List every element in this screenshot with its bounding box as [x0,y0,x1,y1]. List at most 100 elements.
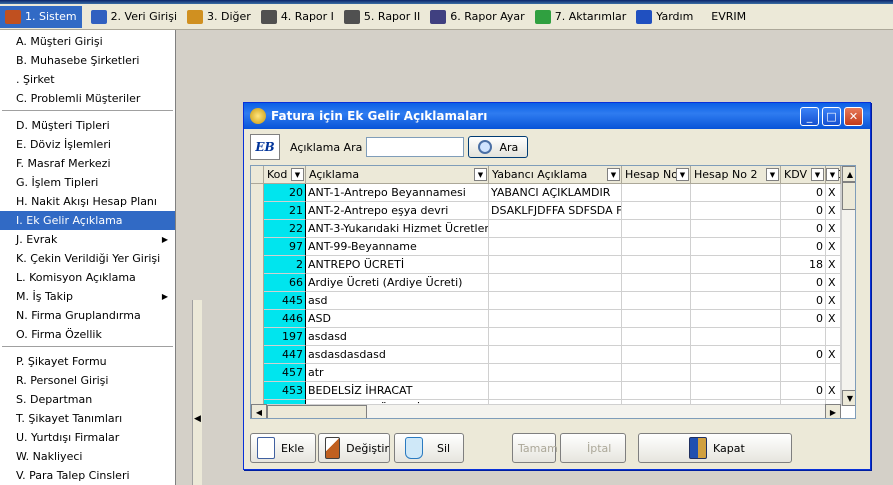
column-header[interactable]: Hesap No 2 ▼ [691,166,781,184]
table-row[interactable]: 445 asd 0 X [251,292,854,310]
hscroll-thumb[interactable] [267,405,367,418]
menu-item-4[interactable]: 5. Rapor II [339,6,425,28]
column-header[interactable]: FC▼ [826,166,841,184]
row-indicator[interactable] [251,220,264,238]
column-filter-arrow-icon[interactable]: ▼ [474,168,487,181]
dropdown-item[interactable]: A. Müşteri Girişi [0,32,175,51]
table-row[interactable]: 446 ASD 0 X [251,310,854,328]
row-indicator[interactable] [251,310,264,328]
dropdown-item[interactable]: T. Şikayet Tanımları [0,409,175,428]
table-row[interactable]: 97 ANT-99-Beyanname 0 X [251,238,854,256]
dropdown-item[interactable]: F. Masraf Merkezi [0,154,175,173]
row-indicator[interactable] [251,328,264,346]
column-filter-arrow-icon[interactable]: ▼ [676,168,689,181]
cell-kod: 22 [264,220,306,238]
dropdown-item[interactable]: I. Ek Gelir Açıklama [0,211,175,230]
scroll-left-button[interactable]: ◀ [251,404,267,418]
scroll-right-button[interactable]: ▶ [825,404,841,418]
column-filter-arrow-icon[interactable]: ▼ [766,168,779,181]
search-input[interactable] [366,137,465,157]
dropdown-item[interactable]: M. İş Takip ▶ [0,287,175,306]
menu-item-1[interactable]: 2. Veri Girişi [86,6,182,28]
ara-button[interactable]: Ara [468,136,529,158]
row-indicator[interactable] [251,382,264,400]
dropdown-item[interactable]: P. Şikayet Formu [0,352,175,371]
dropdown-item[interactable]: E. Döviz İşlemleri [0,135,175,154]
dropdown-item[interactable]: O. Firma Özellik [0,325,175,344]
side-scrollbar[interactable] [192,300,202,485]
table-row[interactable]: 453 BEDELSİZ İHRACAT 0 X [251,382,854,400]
dropdown-item[interactable]: G. İşlem Tipleri [0,173,175,192]
maximize-button[interactable]: □ [822,107,841,126]
degistir-button[interactable]: Değiştir [318,433,390,463]
dropdown-item[interactable]: R. Personel Girişi [0,371,175,390]
dropdown-item[interactable]: J. Evrak ▶ [0,230,175,249]
ekle-button[interactable]: Ekle [250,433,316,463]
data-grid[interactable]: Kod ▼ Açıklama ▼ Yabancı Açıklama ▼ Hesap No ▼ H… [250,165,856,419]
menu-item-0[interactable]: 1. Sistem [0,5,82,28]
cell-hesap2 [691,346,781,364]
table-row[interactable]: 22 ANT-3-Yukarıdaki Hizmet Ücretlerine 0 X [251,220,854,238]
dropdown-item[interactable]: . Şirket [0,70,175,89]
column-header[interactable]: Kod ▼ [264,166,306,184]
menu-item-label: EVRIM [711,10,747,23]
row-indicator[interactable] [251,346,264,364]
cell-hesap2 [691,292,781,310]
menu-item-2[interactable]: 3. Diğer [182,6,256,28]
kapat-button[interactable]: Kapat [638,433,792,463]
minimize-button[interactable]: _ [800,107,819,126]
column-header[interactable]: Açıklama ▼ [306,166,489,184]
cell-aciklama: atr [306,364,489,382]
dropdown-item[interactable]: W. Nakliyeci [0,447,175,466]
dropdown-item[interactable]: S. Departman [0,390,175,409]
column-header[interactable]: Yabancı Açıklama ▼ [489,166,622,184]
table-row[interactable]: 2 ANTREPO ÜCRETİ 18 X [251,256,854,274]
table-row[interactable]: 20 ANT-1-Antrepo Beyannamesi YABANCI AÇIKL… [251,184,854,202]
menu-item-7[interactable]: Yardım [631,6,698,28]
column-header[interactable]: Hesap No ▼ [622,166,691,184]
dropdown-item[interactable]: N. Firma Gruplandırma [0,306,175,325]
menu-item-6[interactable]: 7. Aktarımlar [530,6,632,28]
column-filter-arrow-icon[interactable]: ▼ [826,168,839,181]
iptal-button[interactable]: İptal [560,433,626,463]
scroll-down-button[interactable]: ▼ [842,390,855,406]
dialog-title-bar[interactable]: Fatura için Ek Gelir Açıklamaları [244,103,870,129]
table-row[interactable]: 66 Ardiye Ücreti (Ardiye Ücreti) 0 X [251,274,854,292]
row-indicator[interactable] [251,256,264,274]
scroll-thumb[interactable] [842,182,855,210]
dropdown-item[interactable]: D. Müşteri Tipleri [0,116,175,135]
dropdown-item[interactable]: C. Problemli Müşteriler [0,89,175,108]
dropdown-item[interactable]: L. Komisyon Açıklama [0,268,175,287]
column-filter-arrow-icon[interactable]: ▼ [811,168,824,181]
row-indicator[interactable] [251,238,264,256]
row-indicator[interactable] [251,202,264,220]
dropdown-item[interactable]: B. Muhasebe Şirketleri [0,51,175,70]
transfer-icon [534,9,551,24]
column-filter-arrow-icon[interactable]: ▼ [291,168,304,181]
column-filter-arrow-icon[interactable]: ▼ [607,168,620,181]
dropdown-item[interactable]: V. Para Talep Cinsleri [0,466,175,485]
close-button[interactable]: ✕ [844,107,863,126]
tamam-button[interactable]: Tamam [512,433,558,463]
vertical-scrollbar[interactable]: ▲ ▼ [841,166,855,406]
menu-item-3[interactable]: 4. Rapor I [256,6,339,28]
dropdown-item[interactable]: H. Nakit Akışı Hesap Planı [0,192,175,211]
collapse-arrow-icon[interactable]: ◀ [194,414,201,424]
row-indicator[interactable] [251,274,264,292]
horizontal-scrollbar[interactable]: ◀ ▶ [251,404,841,418]
row-indicator[interactable] [251,184,264,202]
tamam-label: Tamam [518,441,558,455]
dropdown-item[interactable]: U. Yurtdışı Firmalar [0,428,175,447]
menu-item-8[interactable]: EVRIM [706,6,751,28]
menu-item-5[interactable]: 6. Rapor Ayar [425,6,529,28]
row-indicator[interactable] [251,292,264,310]
table-row[interactable]: 447 asdasdasdasd 0 X [251,346,854,364]
table-row[interactable]: 197 asdasd [251,328,854,346]
dropdown-item[interactable]: K. Çekin Verildiği Yer Girişi [0,249,175,268]
sil-button[interactable]: Sil [394,433,464,463]
column-header[interactable]: KDV ▼ [781,166,826,184]
row-indicator[interactable] [251,364,264,382]
scroll-up-button[interactable]: ▲ [842,166,855,182]
table-row[interactable]: 21 ANT-2-Antrepo eşya devri DSAKLFJDFFA SD… [251,202,854,220]
table-row[interactable]: 457 atr [251,364,854,382]
